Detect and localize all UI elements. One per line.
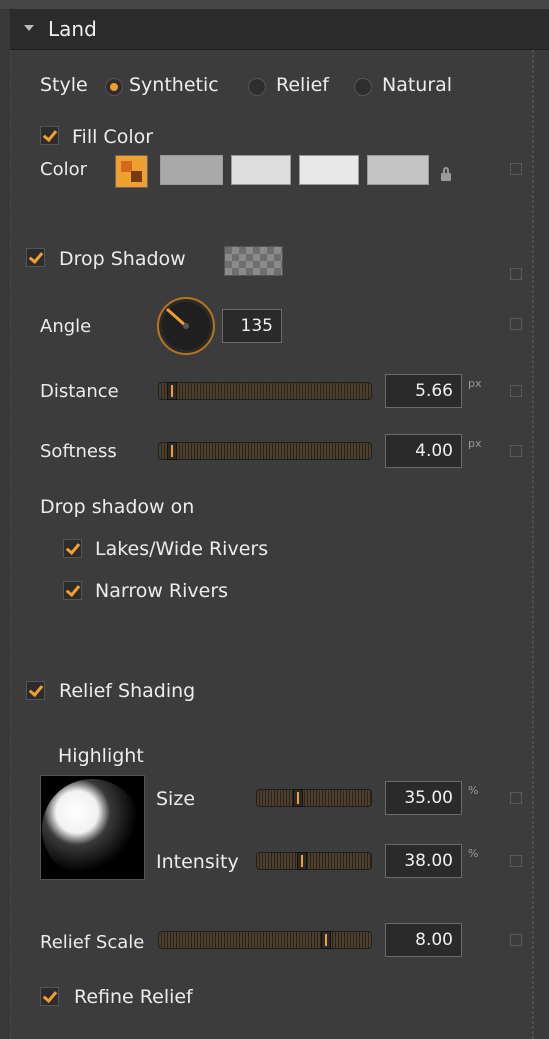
highlight-sphere-graphic [42, 779, 142, 879]
size-unit: % [468, 784, 479, 797]
intensity-label: Intensity [156, 851, 239, 873]
angle-dial-graphic [157, 297, 215, 355]
relief-scale-slider[interactable] [158, 931, 372, 949]
refine-relief-label: Refine Relief [74, 986, 193, 1008]
angle-keyframe-toggle[interactable] [510, 318, 522, 330]
distance-unit: px [468, 377, 482, 390]
angle-label: Angle [40, 316, 92, 337]
relief-scale-slider-thumb[interactable] [321, 931, 331, 949]
highlight-preview[interactable] [40, 775, 145, 880]
softness-slider[interactable] [158, 442, 372, 460]
relief-scale-input[interactable]: 8.00 [385, 923, 462, 957]
radio-relief-label[interactable]: Relief [276, 74, 329, 96]
softness-slider-thumb[interactable] [167, 442, 177, 460]
intensity-unit: % [468, 847, 479, 860]
relief-shading-checkbox[interactable] [26, 681, 45, 700]
narrow-rivers-label: Narrow Rivers [95, 580, 229, 602]
color-keyframe-toggle[interactable] [510, 163, 522, 175]
softness-label: Softness [40, 441, 117, 462]
color-swatch-4[interactable] [367, 155, 429, 185]
intensity-slider-thumb[interactable] [297, 852, 307, 870]
right-gutter [533, 50, 549, 1039]
intensity-input[interactable]: 38.00 [385, 844, 462, 878]
distance-input[interactable]: 5.66 [385, 374, 462, 408]
radio-relief[interactable] [248, 78, 266, 96]
top-strip [0, 0, 549, 9]
lakes-wide-rivers-checkbox[interactable] [63, 539, 82, 558]
color-swatch-3[interactable] [299, 155, 359, 185]
drop-shadow-keyframe-toggle[interactable] [510, 268, 522, 280]
section-header[interactable]: Land [10, 9, 549, 50]
size-input[interactable]: 35.00 [385, 781, 462, 815]
narrow-rivers-checkbox[interactable] [63, 581, 82, 600]
radio-synthetic-label[interactable]: Synthetic [129, 74, 219, 96]
angle-dial[interactable] [155, 296, 217, 356]
softness-keyframe-toggle[interactable] [510, 445, 522, 457]
color-swatch-2[interactable] [231, 155, 291, 185]
highlight-label: Highlight [58, 745, 144, 767]
fill-color-checkbox[interactable] [40, 126, 59, 145]
radio-natural-label[interactable]: Natural [382, 74, 452, 96]
distance-slider-thumb[interactable] [167, 382, 177, 400]
color-label: Color [40, 159, 87, 180]
angle-input[interactable]: 135 [222, 309, 282, 343]
lakes-wide-rivers-label: Lakes/Wide Rivers [95, 538, 269, 560]
panel-body [10, 50, 533, 1039]
land-properties-panel: Land Style Synthetic Relief Natural Fill… [0, 0, 549, 1039]
section-title: Land [48, 17, 97, 41]
relief-scale-keyframe-toggle[interactable] [510, 934, 522, 946]
distance-slider[interactable] [158, 382, 372, 400]
collapse-triangle-icon[interactable] [24, 25, 34, 31]
fill-color-label: Fill Color [72, 126, 154, 148]
shadow-color-swatch[interactable] [224, 246, 283, 276]
intensity-slider[interactable] [256, 852, 372, 870]
radio-natural[interactable] [354, 78, 372, 96]
drop-shadow-checkbox[interactable] [26, 248, 45, 267]
relief-shading-label: Relief Shading [59, 680, 196, 702]
size-keyframe-toggle[interactable] [510, 792, 522, 804]
refine-relief-checkbox[interactable] [40, 987, 59, 1006]
intensity-keyframe-toggle[interactable] [510, 855, 522, 867]
drop-shadow-label: Drop Shadow [59, 248, 186, 270]
distance-keyframe-toggle[interactable] [510, 385, 522, 397]
relief-scale-label: Relief Scale [40, 932, 145, 953]
distance-label: Distance [40, 381, 119, 402]
style-label: Style [40, 74, 88, 96]
drop-shadow-on-label: Drop shadow on [40, 496, 195, 518]
softness-unit: px [468, 437, 482, 450]
softness-input[interactable]: 4.00 [385, 434, 462, 468]
lock-icon[interactable] [441, 167, 451, 181]
size-label: Size [156, 788, 196, 810]
radio-synthetic[interactable] [105, 78, 123, 96]
size-slider-thumb[interactable] [293, 789, 303, 807]
color-picker-button[interactable] [115, 155, 148, 188]
size-slider[interactable] [256, 789, 372, 807]
color-swatch-1[interactable] [160, 155, 223, 185]
